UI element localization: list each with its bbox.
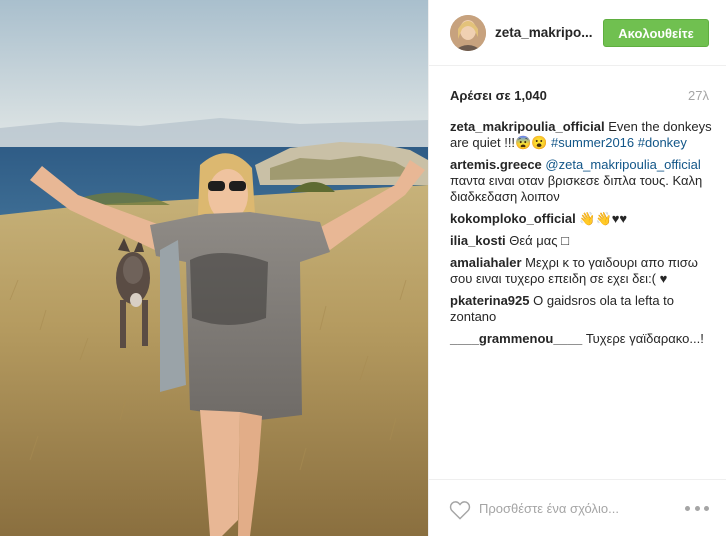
more-options-icon[interactable] [685,504,709,512]
mention-link[interactable]: @zeta_makripoulia_official [545,157,700,172]
post-header: zeta_makripo... Ακολουθείτε [429,0,726,66]
comment-user[interactable]: zeta_makripoulia_official [450,119,605,134]
dot [704,505,709,511]
post-photo[interactable] [0,0,428,536]
comment-user[interactable]: amaliahaler [450,255,522,270]
comments-list: zeta_makripoulia_official Even the donke… [450,119,715,353]
comment-footer: Προσθέστε ένα σχόλιο... [429,479,726,536]
post-sidebar: zeta_makripo... Ακολουθείτε Αρέσει σε 1,… [428,0,726,536]
comment-user[interactable]: pkaterina925 [450,293,530,308]
dot [685,505,690,511]
hashtag-link[interactable]: #donkey [638,135,687,150]
add-comment-input[interactable]: Προσθέστε ένα σχόλιο... [479,501,619,516]
comment: pkaterina925 O gaidsros ola ta lefta to … [450,293,715,325]
avatar-image [450,14,486,51]
likes-number: 1,040 [514,87,547,103]
caption: zeta_makripoulia_official Even the donke… [450,119,715,151]
comment-text: Θεά μας □ [505,233,570,248]
comment-user[interactable]: artemis.greece [450,157,542,172]
comment: artemis.greece @zeta_makripoulia_officia… [450,157,715,205]
hashtag-link[interactable]: #summer2016 [551,135,634,150]
likes-count[interactable]: Αρέσει σε 1,040 [450,88,547,103]
post-username[interactable]: zeta_makripo... [495,25,597,40]
comment-text: Τυχερε γαϊδαρακο...! [582,331,704,346]
likes-prefix: Αρέσει σε [450,87,511,103]
likes-row: Αρέσει σε 1,040 27λ [450,86,709,104]
comment-user[interactable]: kokomploko_official [450,211,576,226]
heart-outline-icon[interactable] [449,500,471,520]
comment: kokomploko_official 👋👋♥♥ [450,211,715,227]
following-button[interactable]: Ακολουθείτε [603,19,709,47]
comment: ____grammenou____ Τυχερε γαϊδαρακο...! [450,331,715,347]
comment-text: παντα ειναι οταν βρισκεσε διπλα τους. Κα… [450,173,703,204]
comment-user[interactable]: ____grammenou____ [450,331,582,346]
comment-user[interactable]: ilia_kosti [450,233,506,248]
dot [694,505,700,511]
photo-image [0,0,428,536]
avatar[interactable] [450,14,486,51]
comment: amaliahaler Μεχρι κ το γαιδουρι απο πισω… [450,255,715,287]
comment-text: 👋👋♥♥ [575,211,628,226]
instagram-post: zeta_makripo... Ακολουθείτε Αρέσει σε 1,… [0,0,726,536]
comment: ilia_kosti Θεά μας □ [450,233,715,249]
post-time[interactable]: 27λ [688,88,709,103]
